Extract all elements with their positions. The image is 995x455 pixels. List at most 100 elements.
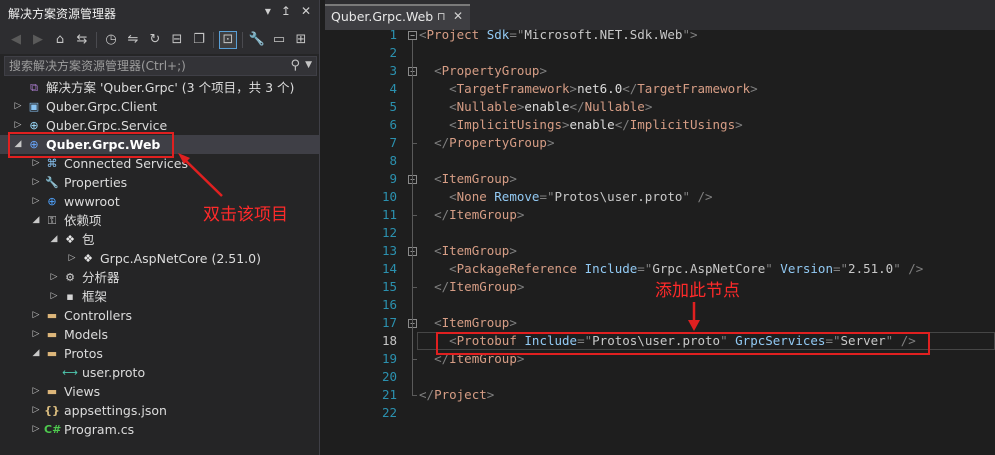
code-token: ItemGroup: [449, 279, 517, 294]
tree-item[interactable]: ▷ ▪ 框架: [0, 287, 319, 306]
collapsed-arrow-icon[interactable]: ▷: [30, 192, 42, 211]
tree-item[interactable]: ⧉ 解决方案 'Quber.Grpc' (3 个项目，共 3 个): [0, 78, 319, 97]
code-token: " />: [893, 261, 924, 276]
view-class-diagram-icon[interactable]: ⊞: [293, 32, 309, 48]
fold-guide: [412, 184, 413, 215]
forward-icon[interactable]: ▶: [30, 32, 46, 48]
packages-icon: ❖: [65, 233, 75, 246]
code-token: <: [449, 189, 457, 204]
code-token: </: [434, 135, 450, 150]
tree-item-label: Protos: [64, 346, 103, 361]
code-line: <TargetFramework>net6.0</TargetFramework…: [419, 80, 758, 98]
code-token: >: [509, 315, 517, 330]
code-token: 2.51.0: [848, 261, 894, 276]
collapsed-arrow-icon[interactable]: ▷: [30, 401, 42, 420]
code-token: =": [832, 261, 849, 276]
tree-item[interactable]: ▷ ▣ Quber.Grpc.Client: [0, 97, 319, 116]
collapsed-arrow-icon[interactable]: ▷: [30, 382, 42, 401]
code-editor: Quber.Grpc.Web ⊓ ✕ 1− <Project Sdk="Micro…: [325, 0, 995, 455]
window-position-dropdown-icon[interactable]: ▾: [265, 4, 271, 18]
expanded-arrow-icon[interactable]: ◢: [30, 211, 42, 230]
tree-item[interactable]: ▷ C# Program.cs: [0, 420, 319, 439]
pending-changes-filter-icon[interactable]: ◷: [103, 32, 119, 48]
auto-hide-pin-icon[interactable]: ↥: [281, 4, 291, 18]
line-number: 16: [381, 297, 397, 312]
code-token: >: [569, 81, 578, 96]
collapsed-arrow-icon[interactable]: ▷: [30, 325, 42, 344]
preview-selected-items-icon[interactable]: ▭: [271, 32, 287, 48]
solution-explorer-title: 解决方案资源管理器: [8, 7, 117, 21]
fold-guide-end: [412, 287, 417, 288]
pin-tab-icon[interactable]: ⊓: [437, 10, 446, 23]
line-number: 12: [381, 225, 397, 240]
code-line: <ItemGroup>: [419, 314, 517, 332]
close-icon[interactable]: ✕: [301, 4, 311, 18]
tree-item[interactable]: ▷ ❖ Grpc.AspNetCore (2.51.0): [0, 249, 319, 268]
fold-guide-end: [412, 359, 417, 360]
close-tab-icon[interactable]: ✕: [453, 9, 463, 23]
expanded-arrow-icon[interactable]: ◢: [30, 344, 42, 363]
refresh-icon[interactable]: ↻: [147, 32, 163, 48]
code-area[interactable]: 1− <Project Sdk="Microsoft.NET.Sdk.Web"> 2…: [325, 26, 995, 455]
tree-item-label: Properties: [64, 175, 128, 190]
code-token: <: [434, 315, 442, 330]
tree-item[interactable]: ◢ ▬ Protos: [0, 344, 319, 363]
collapsed-arrow-icon[interactable]: ▷: [48, 287, 60, 306]
back-icon[interactable]: ◀: [8, 32, 24, 48]
fold-toggle-icon[interactable]: −: [408, 31, 417, 40]
show-files-view-icon[interactable]: ⊡: [219, 31, 237, 49]
code-line: <Nullable>enable</Nullable>: [419, 98, 652, 116]
code-token: ItemGroup: [441, 315, 510, 330]
tree-item[interactable]: ▷ ▬ Models: [0, 325, 319, 344]
solution-explorer-title-bar: 解决方案资源管理器 ▾ ↥ ✕: [0, 0, 319, 26]
code-token: Remove: [494, 189, 540, 204]
add-node-annotation: 添加此节点: [655, 281, 740, 301]
collapsed-arrow-icon[interactable]: ▷: [30, 420, 42, 439]
folder-icon: ▬: [46, 328, 58, 341]
search-options-dropdown-icon[interactable]: ▼: [305, 60, 312, 70]
code-token: <: [449, 261, 457, 276]
home-icon[interactable]: ⌂: [52, 32, 68, 48]
code-token: Nullable: [456, 99, 517, 114]
collapsed-arrow-icon[interactable]: ▷: [66, 249, 78, 268]
expanded-arrow-icon[interactable]: ◢: [48, 230, 60, 249]
tree-item[interactable]: ▷ ▬ Controllers: [0, 306, 319, 325]
tree-item[interactable]: ◢ ❖ 包: [0, 230, 319, 249]
solution-explorer-panel: 解决方案资源管理器 ▾ ↥ ✕ ◀ ▶ ⌂ ⇆ ◷ ⇋ ↻ ⊟ ❐ ⊡ 🔧 ▭ …: [0, 0, 320, 455]
properties-wrench-icon[interactable]: 🔧: [249, 32, 265, 48]
tree-item[interactable]: ▷{} appsettings.json: [0, 401, 319, 420]
collapsed-arrow-icon[interactable]: ▷: [30, 306, 42, 325]
line-number: 6: [389, 117, 397, 132]
collapsed-arrow-icon[interactable]: ▷: [12, 97, 24, 116]
code-token: Version: [780, 261, 833, 276]
collapsed-arrow-icon[interactable]: ▷: [48, 268, 60, 287]
dependencies-icon: ⚿: [47, 214, 57, 227]
solution-search-input[interactable]: [9, 58, 279, 74]
search-icon[interactable]: ⚲: [290, 58, 300, 73]
tree-item-label: 包: [82, 232, 95, 247]
switch-views-icon[interactable]: ⇆: [74, 32, 90, 48]
code-token: Nullable: [584, 99, 645, 114]
tree-item-label: Controllers: [64, 308, 132, 323]
collapsed-arrow-icon[interactable]: ▷: [30, 173, 42, 192]
sync-active-document-icon[interactable]: ⇋: [125, 32, 141, 48]
code-token: >: [562, 117, 570, 132]
collapse-all-icon[interactable]: ⊟: [169, 32, 185, 48]
code-token: " />: [682, 189, 713, 204]
show-all-files-icon[interactable]: ❐: [191, 32, 207, 48]
code-token: Project: [434, 387, 487, 402]
code-token: </: [434, 279, 450, 294]
tree-item-label: Models: [64, 327, 109, 342]
tree-item[interactable]: ▷ ▬ Views: [0, 382, 319, 401]
tree-item[interactable]: ▷ ⚙ 分析器: [0, 268, 319, 287]
tree-item[interactable]: ▷ 🔧 Properties: [0, 173, 319, 192]
tree-item-label: 依赖项: [64, 213, 102, 228]
tree-item-label: Grpc.AspNetCore (2.51.0): [100, 251, 261, 266]
code-line: <ItemGroup>: [419, 170, 517, 188]
code-token: ItemGroup: [441, 243, 510, 258]
tree-item[interactable]: ⟷ user.proto: [0, 363, 319, 382]
